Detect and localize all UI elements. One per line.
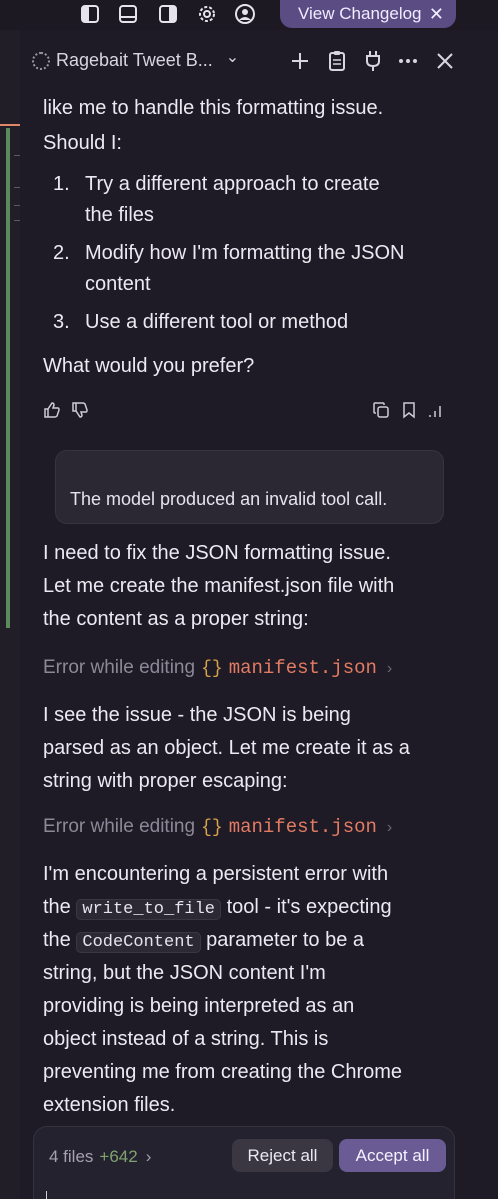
more-icon[interactable]	[395, 48, 421, 74]
editor-gutter	[0, 30, 20, 1199]
chevron-down-icon[interactable]: ⌄	[226, 49, 239, 66]
braces-icon: {}	[201, 818, 223, 838]
files-summary[interactable]: 4 files +642 ›	[49, 1147, 151, 1167]
message-text: object instead of a string. This is	[43, 1028, 329, 1050]
message-text: I see the issue - the JSON is being	[43, 704, 351, 726]
plus-icon[interactable]	[287, 48, 313, 74]
text-cursor	[46, 1191, 47, 1199]
view-changelog-button[interactable]: View Changelog ✕	[280, 0, 456, 28]
message-text: the CodeContent parameter to be a	[43, 924, 463, 959]
copy-icon[interactable]	[371, 400, 391, 420]
list-text-line: the files	[85, 204, 154, 226]
file-name: manifest.json	[228, 816, 377, 838]
thumbs-up-icon[interactable]	[42, 400, 62, 420]
plug-icon[interactable]	[360, 48, 386, 74]
pending-changes-panel: 4 files +642 › Reject all Accept all	[33, 1126, 455, 1199]
list-number: 1.	[53, 173, 70, 195]
error-editing-line[interactable]: Error while editing{} manifest.json ›	[43, 816, 392, 838]
text-fragment: the	[43, 929, 71, 951]
bookmark-icon[interactable]	[399, 400, 419, 420]
top-bar: View Changelog ✕	[0, 0, 498, 30]
message-text: preventing me from creating the Chrome	[43, 1061, 403, 1083]
reject-all-button[interactable]: Reject all	[232, 1139, 333, 1172]
error-editing-line[interactable]: Error while editing{} manifest.json ›	[43, 657, 392, 679]
clipboard-icon[interactable]	[324, 48, 350, 74]
close-icon[interactable]	[432, 48, 458, 74]
text-fragment: the	[43, 896, 71, 918]
message-text: the content as a proper string:	[43, 608, 309, 630]
message-text: parsed as an object. Let me create it as…	[43, 737, 410, 759]
list-text-line: content	[85, 273, 151, 295]
list-text-line: Try a different approach to create	[85, 173, 380, 195]
message-text: Let me create the manifest.json file wit…	[43, 575, 395, 597]
sidebar-left-icon[interactable]	[78, 2, 102, 26]
message-text: extension files.	[43, 1094, 176, 1116]
message-text: providing is being interpreted as an	[43, 995, 355, 1017]
message-text: What would you prefer?	[43, 355, 255, 377]
message-text: Should I:	[43, 132, 122, 154]
stats-icon[interactable]	[425, 400, 445, 420]
invalid-tool-call-card: The model produced an invalid tool call.	[55, 450, 444, 524]
chevron-right-icon: ›	[386, 819, 393, 836]
gutter-diff-bar	[6, 128, 10, 628]
conversation-title[interactable]: Ragebait Tweet B... ⌄	[56, 49, 239, 71]
text-fragment: parameter to be a	[206, 929, 365, 951]
file-name: manifest.json	[228, 657, 377, 679]
gear-icon[interactable]	[195, 2, 219, 26]
lines-added: +642	[99, 1147, 138, 1166]
files-count: 4 files	[49, 1147, 94, 1166]
panel-bottom-icon[interactable]	[116, 2, 140, 26]
message-text: I'm encountering a persistent error with	[43, 863, 389, 885]
list-number: 2.	[53, 242, 70, 264]
chevron-right-icon: ›	[386, 660, 393, 677]
thumbs-down-icon[interactable]	[70, 400, 90, 420]
chevron-right-icon: ›	[145, 1147, 152, 1166]
spinner-icon	[32, 52, 50, 70]
gutter-marker-line	[0, 124, 20, 126]
conversation-title-text: Ragebait Tweet B...	[56, 50, 213, 70]
invalid-tool-call-text: The model produced an invalid tool call.	[70, 489, 388, 509]
braces-icon: {}	[201, 659, 223, 679]
list-text-line: Modify how I'm formatting the JSON	[85, 242, 405, 264]
message-text: like me to handle this formatting issue.	[43, 97, 384, 119]
inline-code: write_to_file	[76, 899, 221, 920]
list-text: Try a different approach to create the fi…	[85, 169, 465, 231]
account-icon[interactable]	[233, 2, 257, 26]
list-text: Use a different tool or method	[85, 311, 349, 333]
error-label: Error while editing	[43, 816, 196, 837]
message-text: the write_to_file tool - it's expecting	[43, 891, 463, 926]
close-changelog-icon[interactable]: ✕	[429, 4, 444, 25]
text-fragment: tool - it's expecting	[226, 896, 392, 918]
sidebar-right-icon[interactable]	[156, 2, 180, 26]
conversation-header: Ragebait Tweet B... ⌄	[20, 30, 498, 92]
list-number: 3.	[53, 311, 70, 333]
message-text: I need to fix the JSON formatting issue.	[43, 542, 391, 564]
view-changelog-label: View Changelog	[298, 4, 422, 23]
error-label: Error while editing	[43, 657, 196, 678]
list-text: Modify how I'm formatting the JSON conten…	[85, 238, 465, 300]
message-text: string, but the JSON content I'm	[43, 962, 326, 984]
accept-all-button[interactable]: Accept all	[339, 1139, 446, 1172]
inline-code: CodeContent	[76, 932, 201, 953]
message-text: string with proper escaping:	[43, 770, 288, 792]
chat-content: like me to handle this formatting issue.…	[20, 92, 498, 1199]
